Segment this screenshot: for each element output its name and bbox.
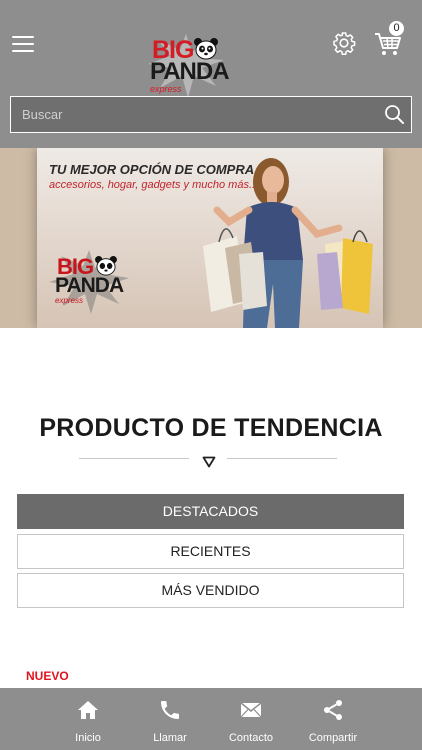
nav-item-inicio[interactable]: Inicio <box>48 688 128 750</box>
banner-logo-express: express <box>55 296 84 305</box>
banner-logo-panda: PANDA <box>55 274 124 297</box>
nav-label-compartir: Compartir <box>308 732 358 744</box>
nav-label-contacto: Contacto <box>228 732 274 744</box>
tab-destacados[interactable]: DESTACADOS <box>17 494 404 529</box>
bottom-navigation: Inicio Llamar Contacto Compartir <box>0 688 422 750</box>
banner-image: TU MEJOR OPCIÓN DE COMPRA accesorios, ho… <box>37 148 383 328</box>
phone-icon <box>161 701 179 719</box>
logo-express-text: express <box>150 84 182 94</box>
home-icon <box>78 701 98 719</box>
nav-label-inicio: Inicio <box>75 732 101 744</box>
tab-mas-vendido[interactable]: MÁS VENDIDO <box>17 573 404 608</box>
promo-banner[interactable]: TU MEJOR OPCIÓN DE COMPRA accesorios, ho… <box>0 148 422 328</box>
search-input[interactable] <box>11 97 371 131</box>
panda-head-icon <box>194 38 218 60</box>
menu-button[interactable] <box>12 36 34 52</box>
logo-panda-text: PANDA <box>150 58 230 85</box>
brand-logo[interactable]: BIG PANDA express <box>146 34 230 98</box>
divider-line-right <box>227 458 337 459</box>
gear-icon[interactable] <box>332 31 356 55</box>
banner-logo: BIG PANDA express <box>47 250 131 314</box>
app-header: BIG PANDA express 0 <box>0 0 422 148</box>
divider-line-left <box>79 458 189 459</box>
nav-label-llamar: Llamar <box>153 732 187 744</box>
section-title: PRODUCTO DE TENDENCIA <box>39 414 383 442</box>
nav-item-contacto[interactable]: Contacto <box>211 688 291 750</box>
banner-panda-head-icon <box>95 256 117 276</box>
search-icon[interactable] <box>384 104 404 124</box>
cart-count-badge: 0 <box>389 21 404 36</box>
tab-recientes[interactable]: RECIENTES <box>17 534 404 569</box>
nav-item-compartir[interactable]: Compartir <box>293 688 373 750</box>
search-bar <box>10 96 412 133</box>
hamburger-menu-icon <box>12 36 34 38</box>
nav-item-llamar[interactable]: Llamar <box>130 688 210 750</box>
mail-icon <box>240 702 262 718</box>
woman-with-shopping-bags-illustration <box>203 158 373 328</box>
triangle-down-icon <box>202 456 216 468</box>
new-product-badge: NUEVO <box>26 669 69 683</box>
share-icon <box>324 700 342 720</box>
